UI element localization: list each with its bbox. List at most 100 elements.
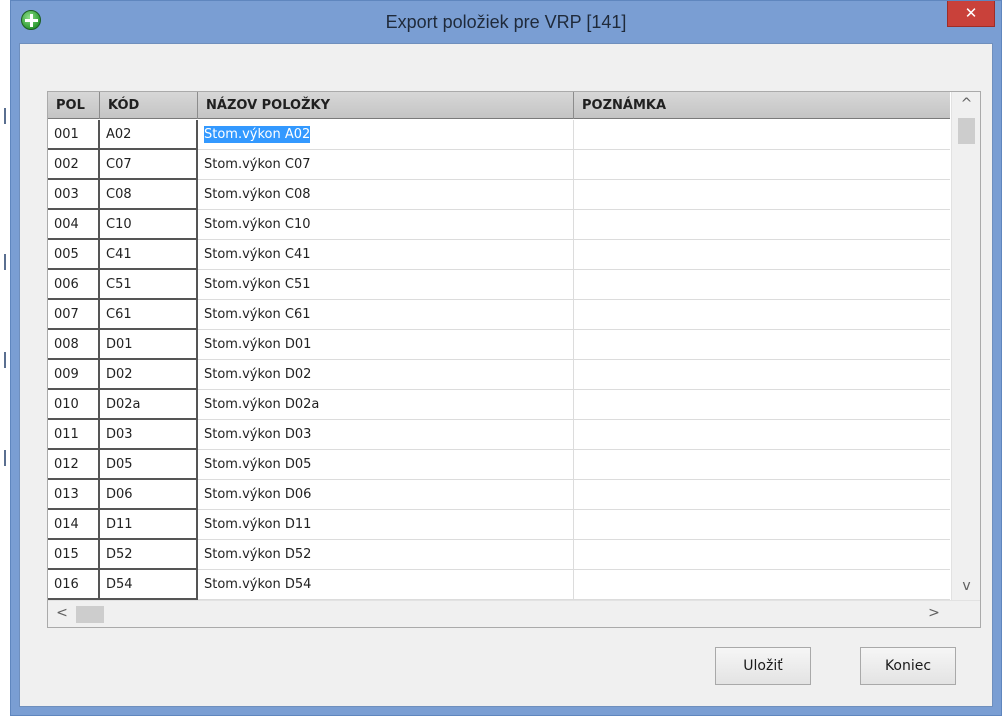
cell-pol[interactable]: 010	[48, 390, 100, 420]
cell-pol[interactable]: 004	[48, 210, 100, 240]
table-row[interactable]: 006 C51 Stom.výkon C51	[48, 270, 950, 300]
title-bar[interactable]: Export položiek pre VRP [141] ✕	[11, 1, 1001, 43]
horizontal-scrollbar[interactable]: < >	[48, 600, 980, 627]
cell-nazov[interactable]: Stom.výkon C61	[198, 300, 574, 330]
cell-kod[interactable]: D01	[100, 330, 198, 360]
cell-kod[interactable]: D05	[100, 450, 198, 480]
scroll-down-icon[interactable]: v	[958, 578, 975, 596]
cell-nazov[interactable]: Stom.výkon C08	[198, 180, 574, 210]
cell-poznamka[interactable]	[574, 510, 950, 540]
table-row[interactable]: 011 D03 Stom.výkon D03	[48, 420, 950, 450]
cell-poznamka[interactable]	[574, 570, 950, 600]
cell-kod[interactable]: C61	[100, 300, 198, 330]
vertical-scroll-thumb[interactable]	[958, 118, 975, 144]
cell-poznamka[interactable]	[574, 420, 950, 450]
cell-nazov[interactable]: Stom.výkon D54	[198, 570, 574, 600]
cell-nazov[interactable]: Stom.výkon D11	[198, 510, 574, 540]
column-header-kod[interactable]: KÓD	[100, 92, 198, 119]
vertical-scrollbar[interactable]: ^ v	[951, 92, 980, 600]
cell-nazov[interactable]: Stom.výkon C41	[198, 240, 574, 270]
table-row[interactable]: 010 D02a Stom.výkon D02a	[48, 390, 950, 420]
cell-pol[interactable]: 014	[48, 510, 100, 540]
table-row[interactable]: 004 C10 Stom.výkon C10	[48, 210, 950, 240]
cell-pol[interactable]: 003	[48, 180, 100, 210]
table-row[interactable]: 007 C61 Stom.výkon C61	[48, 300, 950, 330]
cell-kod[interactable]: C07	[100, 150, 198, 180]
cell-kod[interactable]: C08	[100, 180, 198, 210]
cell-kod[interactable]: A02	[100, 120, 198, 150]
cell-pol[interactable]: 006	[48, 270, 100, 300]
cell-kod[interactable]: C51	[100, 270, 198, 300]
cell-kod[interactable]: D52	[100, 540, 198, 570]
cell-poznamka[interactable]	[574, 270, 950, 300]
close-button[interactable]: ✕	[947, 1, 995, 27]
cell-nazov[interactable]: Stom.výkon D06	[198, 480, 574, 510]
cell-nazov[interactable]: Stom.výkon D01	[198, 330, 574, 360]
cell-poznamka[interactable]	[574, 150, 950, 180]
cell-nazov[interactable]: Stom.výkon C07	[198, 150, 574, 180]
cell-kod[interactable]: D11	[100, 510, 198, 540]
table-row[interactable]: 013 D06 Stom.výkon D06	[48, 480, 950, 510]
cell-nazov[interactable]: Stom.výkon D05	[198, 450, 574, 480]
desktop-edge-mark	[4, 108, 6, 124]
cell-nazov[interactable]: Stom.výkon D02	[198, 360, 574, 390]
table-row[interactable]: 014 D11 Stom.výkon D11	[48, 510, 950, 540]
cell-poznamka[interactable]	[574, 540, 950, 570]
cell-poznamka[interactable]	[574, 240, 950, 270]
cell-nazov[interactable]: Stom.výkon A02	[198, 120, 574, 150]
cell-pol[interactable]: 015	[48, 540, 100, 570]
cell-pol[interactable]: 013	[48, 480, 100, 510]
selected-text: Stom.výkon A02	[204, 126, 311, 143]
cell-kod[interactable]: D54	[100, 570, 198, 600]
cell-pol[interactable]: 007	[48, 300, 100, 330]
cell-nazov[interactable]: Stom.výkon D02a	[198, 390, 574, 420]
koniec-button[interactable]: Koniec	[860, 647, 956, 685]
cell-pol[interactable]: 008	[48, 330, 100, 360]
cell-pol[interactable]: 011	[48, 420, 100, 450]
cell-poznamka[interactable]	[574, 450, 950, 480]
table-row[interactable]: 016 D54 Stom.výkon D54	[48, 570, 950, 600]
table-row[interactable]: 015 D52 Stom.výkon D52	[48, 540, 950, 570]
cell-pol[interactable]: 016	[48, 570, 100, 600]
scroll-right-icon[interactable]: >	[926, 605, 942, 623]
save-button[interactable]: Uložiť	[715, 647, 811, 685]
column-header-poznamka[interactable]: POZNÁMKA	[574, 92, 950, 119]
cell-pol[interactable]: 002	[48, 150, 100, 180]
scroll-up-icon[interactable]: ^	[958, 96, 975, 114]
cell-nazov[interactable]: Stom.výkon C10	[198, 210, 574, 240]
cell-nazov[interactable]: Stom.výkon C51	[198, 270, 574, 300]
table-row[interactable]: 005 C41 Stom.výkon C41	[48, 240, 950, 270]
column-header-nazov[interactable]: NÁZOV POLOŽKY	[198, 92, 574, 119]
table-row[interactable]: 003 C08 Stom.výkon C08	[48, 180, 950, 210]
horizontal-scroll-thumb[interactable]	[76, 606, 104, 623]
table-row[interactable]: 008 D01 Stom.výkon D01	[48, 330, 950, 360]
cell-pol[interactable]: 005	[48, 240, 100, 270]
cell-pol[interactable]: 012	[48, 450, 100, 480]
cell-pol[interactable]: 001	[48, 120, 100, 150]
cell-kod[interactable]: D02a	[100, 390, 198, 420]
table-row[interactable]: 001 A02 Stom.výkon A02	[48, 120, 950, 150]
cell-poznamka[interactable]	[574, 360, 950, 390]
cell-nazov[interactable]: Stom.výkon D52	[198, 540, 574, 570]
cell-kod[interactable]: D03	[100, 420, 198, 450]
table-row[interactable]: 009 D02 Stom.výkon D02	[48, 360, 950, 390]
cell-poznamka[interactable]	[574, 300, 950, 330]
cell-nazov[interactable]: Stom.výkon D03	[198, 420, 574, 450]
cell-poznamka[interactable]	[574, 180, 950, 210]
cell-poznamka[interactable]	[574, 330, 950, 360]
cell-poznamka[interactable]	[574, 210, 950, 240]
cell-kod[interactable]: C41	[100, 240, 198, 270]
cell-pol[interactable]: 009	[48, 360, 100, 390]
cell-kod[interactable]: C10	[100, 210, 198, 240]
table-row[interactable]: 012 D05 Stom.výkon D05	[48, 450, 950, 480]
desktop-edge-mark	[4, 352, 6, 368]
scroll-left-icon[interactable]: <	[54, 605, 70, 623]
cell-poznamka[interactable]	[574, 120, 950, 150]
items-grid[interactable]: POL KÓD NÁZOV POLOŽKY POZNÁMKA 001 A02 Sto…	[47, 91, 981, 628]
column-header-pol[interactable]: POL	[48, 92, 100, 119]
cell-poznamka[interactable]	[574, 480, 950, 510]
table-row[interactable]: 002 C07 Stom.výkon C07	[48, 150, 950, 180]
cell-kod[interactable]: D02	[100, 360, 198, 390]
cell-kod[interactable]: D06	[100, 480, 198, 510]
cell-poznamka[interactable]	[574, 390, 950, 420]
